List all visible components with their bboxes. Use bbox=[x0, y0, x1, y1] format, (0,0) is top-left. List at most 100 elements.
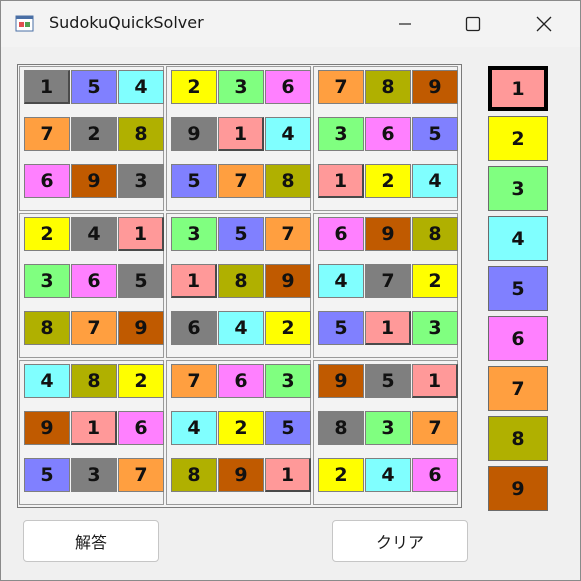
sudoku-cell[interactable]: 4 bbox=[71, 217, 117, 251]
sudoku-cell[interactable]: 8 bbox=[24, 311, 70, 345]
close-button[interactable] bbox=[516, 1, 572, 47]
sudoku-cell[interactable]: 8 bbox=[365, 70, 411, 104]
sudoku-cell[interactable]: 3 bbox=[412, 311, 458, 345]
sudoku-cell[interactable]: 6 bbox=[412, 458, 458, 492]
sudoku-cell[interactable]: 1 bbox=[365, 311, 411, 345]
palette-item-7[interactable]: 7 bbox=[488, 366, 548, 411]
sudoku-cell[interactable]: 1 bbox=[71, 411, 117, 445]
sudoku-cell[interactable]: 9 bbox=[71, 164, 117, 198]
palette-item-9[interactable]: 9 bbox=[488, 466, 548, 511]
sudoku-cell[interactable]: 9 bbox=[218, 458, 264, 492]
sudoku-cell[interactable]: 2 bbox=[318, 458, 364, 492]
sudoku-cell[interactable]: 5 bbox=[218, 217, 264, 251]
sudoku-cell[interactable]: 2 bbox=[265, 311, 311, 345]
sudoku-cell[interactable]: 4 bbox=[24, 364, 70, 398]
palette-item-5[interactable]: 5 bbox=[488, 266, 548, 311]
sudoku-cell[interactable]: 4 bbox=[365, 458, 411, 492]
palette-item-2[interactable]: 2 bbox=[488, 116, 548, 161]
sudoku-cell[interactable]: 9 bbox=[412, 70, 458, 104]
sudoku-cell[interactable]: 7 bbox=[24, 117, 70, 151]
sudoku-cell[interactable]: 1 bbox=[318, 164, 364, 198]
sudoku-cell[interactable]: 3 bbox=[118, 164, 164, 198]
sudoku-cell[interactable]: 2 bbox=[71, 117, 117, 151]
title-bar: SudokuQuickSolver bbox=[1, 1, 580, 47]
sudoku-cell[interactable]: 4 bbox=[218, 311, 264, 345]
sudoku-cell[interactable]: 8 bbox=[171, 458, 217, 492]
sudoku-cell[interactable]: 6 bbox=[318, 217, 364, 251]
sudoku-cell[interactable]: 4 bbox=[118, 70, 164, 104]
sudoku-cell[interactable]: 3 bbox=[171, 217, 217, 251]
close-icon bbox=[536, 16, 552, 32]
sudoku-cell[interactable]: 3 bbox=[365, 411, 411, 445]
sudoku-cell[interactable]: 7 bbox=[171, 364, 217, 398]
sudoku-cell[interactable]: 5 bbox=[318, 311, 364, 345]
sudoku-cell[interactable]: 2 bbox=[365, 164, 411, 198]
sudoku-cell[interactable]: 7 bbox=[71, 311, 117, 345]
sudoku-cell[interactable]: 8 bbox=[118, 117, 164, 151]
sudoku-cell[interactable]: 7 bbox=[118, 458, 164, 492]
maximize-icon bbox=[465, 16, 481, 32]
sudoku-cell[interactable]: 9 bbox=[265, 264, 311, 298]
sudoku-board: 1542367897289143656935781242413576983651… bbox=[17, 64, 462, 508]
sudoku-cell[interactable]: 4 bbox=[265, 117, 311, 151]
sudoku-cell[interactable]: 2 bbox=[412, 264, 458, 298]
sudoku-cell[interactable]: 2 bbox=[218, 411, 264, 445]
sudoku-cell[interactable]: 7 bbox=[318, 70, 364, 104]
sudoku-cell[interactable]: 1 bbox=[171, 264, 217, 298]
sudoku-cell[interactable]: 1 bbox=[218, 117, 264, 151]
sudoku-cell[interactable]: 3 bbox=[265, 364, 311, 398]
sudoku-cell[interactable]: 8 bbox=[218, 264, 264, 298]
sudoku-cell[interactable]: 5 bbox=[365, 364, 411, 398]
sudoku-cell[interactable]: 6 bbox=[218, 364, 264, 398]
sudoku-cell[interactable]: 5 bbox=[265, 411, 311, 445]
sudoku-cell[interactable]: 8 bbox=[318, 411, 364, 445]
sudoku-cell[interactable]: 3 bbox=[24, 264, 70, 298]
sudoku-cell[interactable]: 3 bbox=[71, 458, 117, 492]
sudoku-cell[interactable]: 4 bbox=[171, 411, 217, 445]
sudoku-cell[interactable]: 3 bbox=[318, 117, 364, 151]
sudoku-cell[interactable]: 2 bbox=[118, 364, 164, 398]
sudoku-cell[interactable]: 5 bbox=[412, 117, 458, 151]
palette-item-4[interactable]: 4 bbox=[488, 216, 548, 261]
sudoku-cell[interactable]: 4 bbox=[318, 264, 364, 298]
sudoku-cell[interactable]: 7 bbox=[412, 411, 458, 445]
sudoku-cell[interactable]: 8 bbox=[412, 217, 458, 251]
sudoku-cell[interactable]: 6 bbox=[71, 264, 117, 298]
sudoku-cell[interactable]: 4 bbox=[412, 164, 458, 198]
minimize-button[interactable] bbox=[377, 1, 433, 47]
sudoku-cell[interactable]: 8 bbox=[71, 364, 117, 398]
sudoku-cell[interactable]: 9 bbox=[171, 117, 217, 151]
sudoku-cell[interactable]: 5 bbox=[24, 458, 70, 492]
palette-item-6[interactable]: 6 bbox=[488, 316, 548, 361]
palette-item-3[interactable]: 3 bbox=[488, 166, 548, 211]
sudoku-cell[interactable]: 2 bbox=[171, 70, 217, 104]
sudoku-cell[interactable]: 9 bbox=[318, 364, 364, 398]
app-icon bbox=[15, 15, 34, 32]
sudoku-cell[interactable]: 9 bbox=[24, 411, 70, 445]
sudoku-cell[interactable]: 1 bbox=[24, 70, 70, 104]
sudoku-cell[interactable]: 5 bbox=[71, 70, 117, 104]
sudoku-cell[interactable]: 6 bbox=[118, 411, 164, 445]
sudoku-cell[interactable]: 1 bbox=[412, 364, 458, 398]
sudoku-cell[interactable]: 9 bbox=[118, 311, 164, 345]
solve-button[interactable]: 解答 bbox=[23, 520, 159, 562]
sudoku-cell[interactable]: 6 bbox=[171, 311, 217, 345]
palette-item-8[interactable]: 8 bbox=[488, 416, 548, 461]
sudoku-cell[interactable]: 7 bbox=[365, 264, 411, 298]
sudoku-cell[interactable]: 6 bbox=[265, 70, 311, 104]
sudoku-cell[interactable]: 7 bbox=[265, 217, 311, 251]
sudoku-cell[interactable]: 3 bbox=[218, 70, 264, 104]
clear-button[interactable]: クリア bbox=[332, 520, 468, 562]
sudoku-cell[interactable]: 2 bbox=[24, 217, 70, 251]
sudoku-cell[interactable]: 8 bbox=[265, 164, 311, 198]
sudoku-cell[interactable]: 7 bbox=[218, 164, 264, 198]
sudoku-cell[interactable]: 9 bbox=[365, 217, 411, 251]
maximize-button[interactable] bbox=[445, 1, 501, 47]
sudoku-cell[interactable]: 6 bbox=[365, 117, 411, 151]
sudoku-cell[interactable]: 6 bbox=[24, 164, 70, 198]
palette-item-1[interactable]: 1 bbox=[488, 66, 548, 111]
sudoku-cell[interactable]: 1 bbox=[265, 458, 311, 492]
sudoku-cell[interactable]: 5 bbox=[118, 264, 164, 298]
sudoku-cell[interactable]: 1 bbox=[118, 217, 164, 251]
sudoku-cell[interactable]: 5 bbox=[171, 164, 217, 198]
